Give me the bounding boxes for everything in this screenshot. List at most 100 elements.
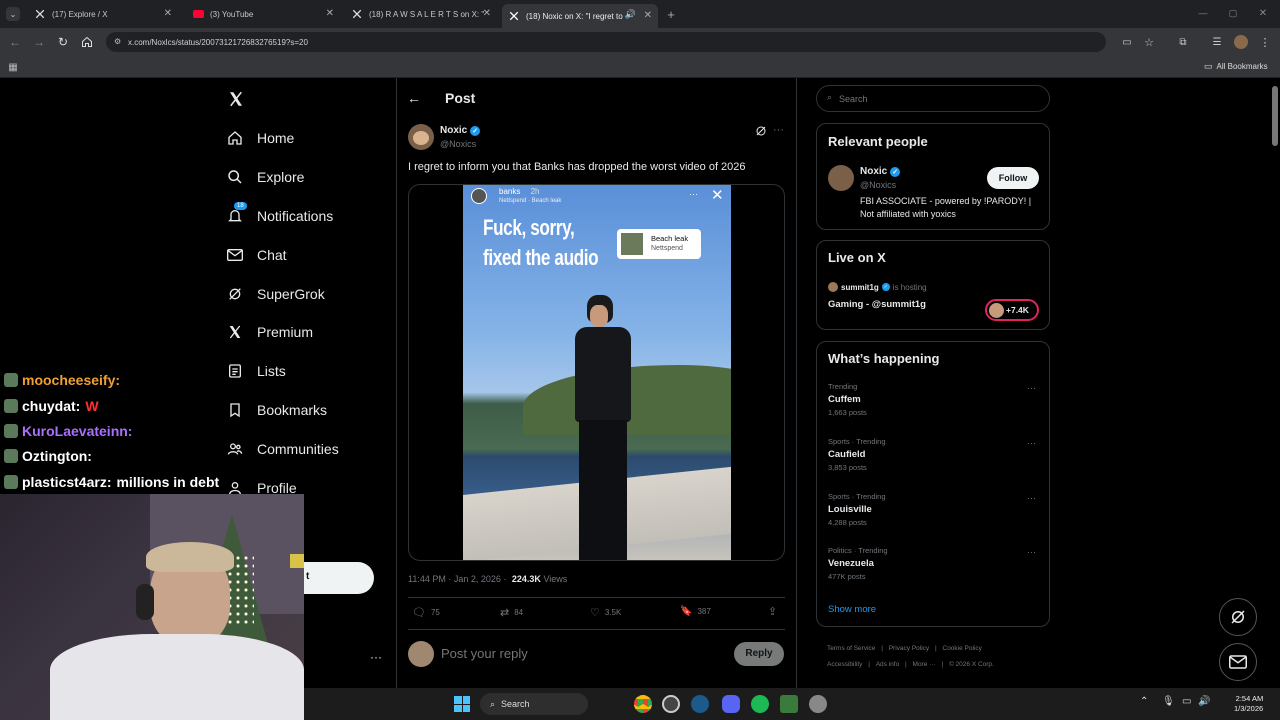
- cast-icon[interactable]: ▭: [1120, 35, 1134, 49]
- footer-link[interactable]: More ···: [913, 661, 936, 668]
- back-icon[interactable]: ←: [8, 35, 22, 49]
- reply-button[interactable]: Reply: [734, 642, 784, 666]
- trend-item[interactable]: Politics · Trending Venezuela 477K posts: [828, 546, 888, 581]
- tab-noxic-post[interactable]: (18) Noxic on X: "I regret to 🔊 ✕: [502, 4, 658, 28]
- footer-link[interactable]: Terms of Service: [827, 645, 875, 652]
- post-more-icon[interactable]: ···: [773, 124, 784, 136]
- apps-icon[interactable]: ▦: [6, 60, 20, 74]
- more-options-icon[interactable]: ···: [370, 650, 382, 664]
- tray-chevron-icon[interactable]: ⌃: [1140, 696, 1148, 707]
- sidebar-item-chat[interactable]: Chat: [226, 243, 287, 267]
- footer-link[interactable]: Cookie Policy: [943, 645, 982, 652]
- close-icon[interactable]: ✕: [711, 186, 724, 204]
- steam-icon[interactable]: [691, 695, 709, 713]
- tab-rawsalerts[interactable]: (18) R A W S A L E R T S on X: " ✕: [345, 4, 497, 24]
- settings-icon[interactable]: [809, 695, 827, 713]
- x-logo-icon[interactable]: [226, 89, 246, 109]
- sidebar-item-notifications[interactable]: 18 Notifications: [226, 202, 333, 228]
- post-media[interactable]: banks 2h Nettspend · Beach leak ··· ✕ Fu…: [408, 184, 785, 561]
- tab-explore[interactable]: (17) Explore / X ✕: [28, 4, 178, 24]
- story-more-icon[interactable]: ···: [689, 189, 698, 199]
- show-more-link[interactable]: Show more: [828, 604, 876, 615]
- trend-more-icon[interactable]: ···: [1027, 493, 1036, 503]
- sidebar-item-explore[interactable]: Explore: [226, 165, 304, 189]
- footer-separator: |: [933, 645, 939, 652]
- mic-icon[interactable]: 🎙: [1162, 696, 1175, 707]
- trend-item[interactable]: Trending Cuffem 1,663 posts: [828, 382, 867, 417]
- music-sticker[interactable]: Beach leak Nettspend: [617, 229, 701, 259]
- tab-search-icon[interactable]: ⌄: [6, 7, 20, 21]
- repost-action[interactable]: ⇄ 84: [500, 606, 523, 619]
- network-icon[interactable]: ▭: [1182, 696, 1191, 707]
- footer-link[interactable]: Privacy Policy: [889, 645, 929, 652]
- sidebar-item-bookmarks[interactable]: Bookmarks: [226, 398, 327, 422]
- taskbar-search[interactable]: ⌕ Search: [480, 693, 588, 715]
- windows-start-icon[interactable]: [454, 696, 470, 712]
- menu-icon[interactable]: ⋮: [1258, 35, 1272, 49]
- trend-more-icon[interactable]: ···: [1027, 547, 1036, 557]
- author-handle[interactable]: @Noxics: [440, 139, 476, 149]
- reply-action[interactable]: 🗨 75: [412, 606, 440, 619]
- home-button-icon[interactable]: [80, 35, 94, 49]
- maximize-icon[interactable]: ▢: [1226, 6, 1240, 20]
- volume-icon[interactable]: 🔊: [1198, 696, 1210, 707]
- speaker-icon[interactable]: 🔊: [625, 9, 636, 20]
- forward-icon[interactable]: →: [32, 35, 46, 49]
- reload-icon[interactable]: ↻: [56, 35, 70, 49]
- close-window-icon[interactable]: ✕: [1256, 6, 1270, 20]
- post-button-fragment[interactable]: t: [304, 562, 374, 594]
- footer-link[interactable]: © 2026 X Corp.: [949, 661, 994, 668]
- obs-icon[interactable]: [662, 695, 680, 713]
- star-icon[interactable]: ☆: [1142, 35, 1156, 49]
- sidebar-item-premium[interactable]: Premium: [226, 320, 313, 344]
- tab-youtube[interactable]: (3) YouTube ✕: [186, 4, 340, 24]
- footer-link[interactable]: Ads info: [876, 661, 900, 668]
- live-viewers-pill[interactable]: +7.4K: [985, 299, 1039, 321]
- person-avatar[interactable]: [828, 165, 854, 191]
- trend-more-icon[interactable]: ···: [1027, 438, 1036, 448]
- close-icon[interactable]: ✕: [164, 8, 172, 19]
- discord-icon[interactable]: [722, 695, 740, 713]
- sidebar-item-lists[interactable]: Lists: [226, 359, 286, 383]
- author-name[interactable]: Noxic ✓: [440, 125, 481, 136]
- all-bookmarks[interactable]: ▭ All Bookmarks: [1204, 61, 1268, 72]
- messages-fab[interactable]: [1219, 643, 1257, 681]
- grok-icon[interactable]: [754, 124, 768, 138]
- tab-groups-icon[interactable]: ☰: [1210, 35, 1224, 49]
- scrollbar[interactable]: [1272, 86, 1278, 146]
- bookmark-action[interactable]: 🔖 387: [680, 606, 711, 617]
- live-title[interactable]: Gaming - @summit1g: [828, 299, 926, 310]
- author-avatar[interactable]: [408, 124, 434, 150]
- address-bar[interactable]: ⚙ x.com/Noxlcs/status/200731217268327651…: [106, 32, 1106, 52]
- sidebar-item-communities[interactable]: Communities: [226, 437, 339, 461]
- close-icon[interactable]: ✕: [644, 10, 652, 21]
- footer-link[interactable]: Accessibility: [827, 661, 862, 668]
- share-icon[interactable]: ⇪: [768, 605, 777, 618]
- close-icon[interactable]: ✕: [326, 8, 334, 19]
- like-action[interactable]: ♡ 3.5K: [590, 606, 621, 619]
- host-row[interactable]: summit1g ✓ is hosting: [828, 282, 927, 292]
- close-icon[interactable]: ✕: [483, 8, 491, 19]
- video-frame[interactable]: banks 2h Nettspend · Beach leak ··· ✕ Fu…: [463, 185, 731, 560]
- spotify-icon[interactable]: [751, 695, 769, 713]
- extensions-icon[interactable]: ⧉: [1176, 35, 1190, 49]
- clock[interactable]: 2:54 AM 1/3/2026: [1234, 694, 1263, 714]
- sidebar-item-supergrok[interactable]: SuperGrok: [226, 282, 325, 306]
- profile-avatar-icon[interactable]: [1234, 35, 1248, 49]
- new-tab-icon[interactable]: +: [664, 7, 678, 22]
- trend-item[interactable]: Sports · Trending Louisville 4,288 posts: [828, 492, 886, 527]
- minimize-icon[interactable]: —: [1196, 6, 1210, 20]
- follow-button[interactable]: Follow: [987, 167, 1039, 189]
- trend-more-icon[interactable]: ···: [1027, 383, 1036, 393]
- trend-item[interactable]: Sports · Trending Caufield 3,853 posts: [828, 437, 886, 472]
- search-input[interactable]: ⌕ Search: [816, 85, 1050, 112]
- person-name[interactable]: Noxic ✓: [860, 166, 901, 177]
- grok-fab[interactable]: [1219, 598, 1257, 636]
- reply-input[interactable]: Post your reply: [441, 646, 528, 661]
- chrome-icon[interactable]: [634, 695, 652, 713]
- sidebar-item-home[interactable]: Home: [226, 126, 294, 150]
- app-icon[interactable]: [780, 695, 798, 713]
- site-info-icon[interactable]: ⚙: [114, 37, 121, 46]
- back-arrow-icon[interactable]: ←: [406, 90, 422, 106]
- list-icon: [226, 362, 244, 380]
